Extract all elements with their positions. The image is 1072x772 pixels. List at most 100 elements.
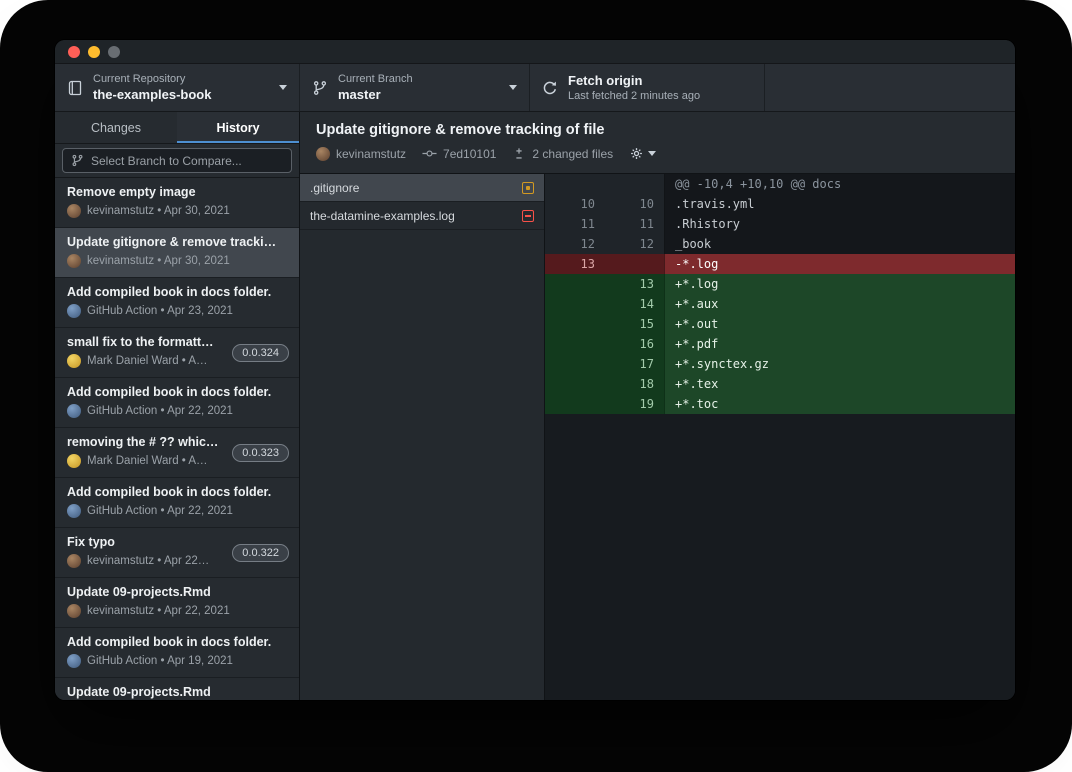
chevron-down-icon bbox=[509, 85, 517, 90]
diff-empty-area bbox=[545, 414, 1015, 700]
current-branch-picker[interactable]: Current Branch master bbox=[300, 64, 530, 111]
branch-icon bbox=[71, 154, 84, 167]
branch-compare-placeholder: Select Branch to Compare... bbox=[91, 154, 242, 168]
fetch-origin-button[interactable]: Fetch origin Last fetched 2 minutes ago bbox=[530, 64, 765, 111]
commit-item[interactable]: Add compiled book in docs folder. GitHub… bbox=[55, 278, 299, 328]
chevron-down-icon bbox=[279, 85, 287, 90]
commit-detail-header: Update gitignore & remove tracking of fi… bbox=[300, 112, 1015, 174]
diff-line: 18 +*.tex bbox=[545, 374, 1015, 394]
commit-meta: GitHub Action • Apr 19, 2021 bbox=[67, 654, 287, 668]
diff-line: 13 -*.log bbox=[545, 254, 1015, 274]
new-line-number: 15 bbox=[605, 314, 665, 334]
commit-item[interactable]: Add compiled book in docs folder. GitHub… bbox=[55, 378, 299, 428]
diff-line-text: .Rhistory bbox=[665, 214, 1015, 234]
commit-author-date: Mark Daniel Ward • A… bbox=[87, 355, 208, 367]
changed-files-count: 2 changed files bbox=[532, 147, 613, 161]
new-line-number bbox=[605, 174, 665, 194]
old-line-number bbox=[545, 354, 605, 374]
commit-item[interactable]: Update 09-projects.Rmd bbox=[55, 678, 299, 700]
commit-item[interactable]: Update 09-projects.Rmd kevinamstutz • Ap… bbox=[55, 578, 299, 628]
diff-viewer: @@ -10,4 +10,10 @@ docs 10 10 .travis.ym… bbox=[545, 174, 1015, 700]
new-line-number: 10 bbox=[605, 194, 665, 214]
diff-line: 13 +*.log bbox=[545, 274, 1015, 294]
gear-icon bbox=[629, 146, 644, 161]
diff-line: 12 12 _book bbox=[545, 234, 1015, 254]
fetch-label: Fetch origin bbox=[568, 73, 752, 88]
commit-detail-title: Update gitignore & remove tracking of fi… bbox=[316, 122, 999, 138]
sidebar-tab[interactable]: Changes bbox=[55, 112, 177, 143]
diff-line: 15 +*.out bbox=[545, 314, 1015, 334]
version-badge: 0.0.323 bbox=[232, 444, 289, 462]
file-item[interactable]: the-datamine-examples.log bbox=[300, 202, 544, 230]
old-line-number bbox=[545, 374, 605, 394]
new-line-number bbox=[605, 254, 665, 274]
old-line-number bbox=[545, 174, 605, 194]
diff-line-text: +*.log bbox=[665, 274, 1015, 294]
commit-meta: GitHub Action • Apr 23, 2021 bbox=[67, 304, 287, 318]
diff-line: 14 +*.aux bbox=[545, 294, 1015, 314]
commit-meta: kevinamstutz • Apr 30, 2021 bbox=[67, 254, 287, 268]
commit-detail-body: .gitignore the-datamine-examples.log bbox=[300, 174, 1015, 700]
commit-meta: kevinamstutz • Apr 30, 2021 bbox=[67, 204, 287, 218]
fetch-text: Fetch origin Last fetched 2 minutes ago bbox=[568, 73, 752, 102]
commit-item[interactable]: Add compiled book in docs folder. GitHub… bbox=[55, 478, 299, 528]
commit-author-date: kevinamstutz • Apr 22, 2021 bbox=[87, 605, 230, 617]
commit-item[interactable]: small fix to the formatt… Mark Daniel Wa… bbox=[55, 328, 299, 378]
diff-line-text: +*.pdf bbox=[665, 334, 1015, 354]
version-badge: 0.0.324 bbox=[232, 344, 289, 362]
sidebar-tab[interactable]: History bbox=[177, 112, 299, 143]
diff-line-text: +*.aux bbox=[665, 294, 1015, 314]
avatar bbox=[67, 604, 81, 618]
titlebar bbox=[55, 40, 1015, 64]
commit-author-date: kevinamstutz • Apr 22… bbox=[87, 555, 209, 567]
diff-lines: @@ -10,4 +10,10 @@ docs 10 10 .travis.ym… bbox=[545, 174, 1015, 414]
branch-icon bbox=[312, 80, 328, 96]
version-badge: 0.0.322 bbox=[232, 544, 289, 562]
branch-picker-text: Current Branch master bbox=[338, 73, 501, 102]
zoom-button[interactable] bbox=[108, 46, 120, 58]
commit-item[interactable]: Remove empty image kevinamstutz • Apr 30… bbox=[55, 178, 299, 228]
branch-compare-row: Select Branch to Compare... bbox=[55, 144, 299, 178]
diff-line-text: _book bbox=[665, 234, 1015, 254]
commit-item[interactable]: Fix typo kevinamstutz • Apr 22… 0.0.322 bbox=[55, 528, 299, 578]
commit-item[interactable]: removing the # ?? whic… Mark Daniel Ward… bbox=[55, 428, 299, 478]
diff-line-text: @@ -10,4 +10,10 @@ docs bbox=[665, 174, 1015, 194]
fetch-status: Last fetched 2 minutes ago bbox=[568, 90, 752, 102]
file-item[interactable]: .gitignore bbox=[300, 174, 544, 202]
commit-icon bbox=[422, 146, 437, 161]
old-line-number bbox=[545, 334, 605, 354]
commit-title: Add compiled book in docs folder. bbox=[67, 485, 287, 499]
commit-title: Add compiled book in docs folder. bbox=[67, 285, 287, 299]
current-repository-picker[interactable]: Current Repository the-examples-book bbox=[55, 64, 300, 111]
app-window: Current Repository the-examples-book Cur… bbox=[55, 40, 1015, 700]
toolbar: Current Repository the-examples-book Cur… bbox=[55, 64, 1015, 112]
commit-author-date: GitHub Action • Apr 19, 2021 bbox=[87, 655, 233, 667]
minimize-button[interactable] bbox=[88, 46, 100, 58]
repo-icon bbox=[67, 80, 83, 96]
avatar bbox=[67, 554, 81, 568]
commit-title: Add compiled book in docs folder. bbox=[67, 385, 287, 399]
diff-line: 19 +*.toc bbox=[545, 394, 1015, 414]
branch-compare-input[interactable]: Select Branch to Compare... bbox=[62, 148, 292, 173]
sidebar: Changes History Select Branch to Compare… bbox=[55, 112, 300, 700]
new-line-number: 18 bbox=[605, 374, 665, 394]
new-line-number: 12 bbox=[605, 234, 665, 254]
avatar bbox=[67, 654, 81, 668]
commit-item[interactable]: Update gitignore & remove tracki… kevina… bbox=[55, 228, 299, 278]
commit-author-date: kevinamstutz • Apr 30, 2021 bbox=[87, 255, 230, 267]
diff-line-text: +*.toc bbox=[665, 394, 1015, 414]
new-line-number: 13 bbox=[605, 274, 665, 294]
avatar bbox=[67, 404, 81, 418]
commit-sha[interactable]: 7ed10101 bbox=[443, 147, 496, 161]
diff-options-button[interactable] bbox=[629, 146, 656, 161]
diff-line: 10 10 .travis.yml bbox=[545, 194, 1015, 214]
commit-title: Remove empty image bbox=[67, 185, 287, 199]
new-line-number: 14 bbox=[605, 294, 665, 314]
commit-author: kevinamstutz bbox=[336, 147, 406, 161]
screenshot-stage: Current Repository the-examples-book Cur… bbox=[0, 0, 1072, 772]
close-button[interactable] bbox=[68, 46, 80, 58]
commit-item[interactable]: Add compiled book in docs folder. GitHub… bbox=[55, 628, 299, 678]
commit-author-date: kevinamstutz • Apr 30, 2021 bbox=[87, 205, 230, 217]
old-line-number bbox=[545, 394, 605, 414]
old-line-number: 10 bbox=[545, 194, 605, 214]
